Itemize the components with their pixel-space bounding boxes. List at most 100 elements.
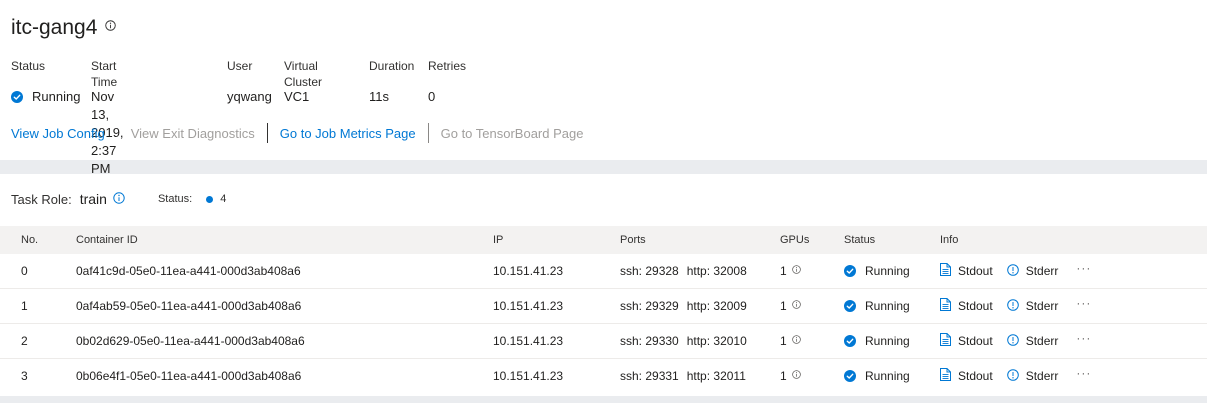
- task-status-label: Status:: [157, 193, 193, 205]
- view-job-config-link[interactable]: View Job Config: [11, 126, 105, 141]
- document-icon: [940, 368, 951, 381]
- ssh-port: ssh: 29331: [620, 369, 679, 383]
- stdout-label: Stdout: [958, 369, 993, 383]
- ssh-port: ssh: 29329: [620, 299, 679, 313]
- row-gpus: 1: [780, 254, 801, 288]
- column-header-container-id[interactable]: Container ID: [76, 226, 138, 254]
- stdout-label: Stdout: [958, 264, 993, 278]
- stdout-button[interactable]: Stdout: [940, 324, 993, 358]
- row-container-id: 0b06e4f1-05e0-11ea-a441-000d3ab408a6: [76, 369, 302, 383]
- column-header-ports[interactable]: Ports: [620, 226, 646, 254]
- stderr-button[interactable]: Stderr: [1006, 324, 1058, 358]
- row-no: 1: [21, 299, 28, 313]
- row-status: Running: [844, 324, 910, 358]
- document-icon: [940, 298, 951, 311]
- view-exit-diagnostics-link[interactable]: View Exit Diagnostics: [131, 126, 255, 141]
- job-title: itc-gang4: [11, 16, 98, 39]
- more-horizontal-icon[interactable]: ···: [1076, 251, 1091, 285]
- check-circle-icon: [844, 370, 856, 382]
- check-circle-icon: [844, 265, 856, 277]
- column-header-gpus[interactable]: GPUs: [780, 226, 809, 254]
- user-label: User: [227, 59, 253, 73]
- task-status-count: 4: [220, 193, 227, 205]
- row-status: Running: [844, 359, 910, 393]
- row-ports: ssh: 29329 http: 32009: [620, 289, 747, 323]
- row-container-id: 0af4ab59-05e0-11ea-a441-000d3ab408a6: [76, 299, 302, 313]
- gpu-count: 1: [780, 264, 787, 278]
- gpu-count: 1: [780, 369, 787, 383]
- stdout-button[interactable]: Stdout: [940, 359, 993, 393]
- row-container-id: 0b02d629-05e0-11ea-a441-000d3ab408a6: [76, 334, 305, 348]
- table-row[interactable]: 3 0b06e4f1-05e0-11ea-a441-000d3ab408a6 1…: [0, 359, 1207, 393]
- start-time-label: Start Time: [91, 59, 118, 89]
- gpu-count: 1: [780, 299, 787, 313]
- more-horizontal-icon[interactable]: ···: [1076, 286, 1091, 320]
- alert-circle-icon: [1006, 298, 1019, 311]
- virtual-cluster-label: Virtual Cluster: [284, 59, 323, 89]
- column-header-info[interactable]: Info: [940, 226, 958, 254]
- stderr-label: Stderr: [1025, 369, 1059, 383]
- row-no: 3: [21, 369, 28, 383]
- job-detail-page: itc-gang4 Status Start Time User Virtual…: [0, 0, 1207, 403]
- running-dot-icon: [206, 195, 214, 203]
- row-gpus: 1: [780, 324, 801, 358]
- retries-label: Retries: [428, 59, 467, 73]
- ssh-port: ssh: 29330: [620, 334, 679, 348]
- http-port: http: 32009: [686, 299, 747, 313]
- check-circle-icon: [11, 91, 23, 103]
- info-icon[interactable]: [105, 19, 117, 31]
- check-circle-icon: [844, 300, 856, 312]
- duration-label: Duration: [369, 59, 415, 73]
- check-circle-icon: [844, 335, 856, 347]
- column-header-status[interactable]: Status: [844, 226, 875, 254]
- info-icon[interactable]: [791, 300, 801, 309]
- row-ports: ssh: 29328 http: 32008: [620, 254, 747, 288]
- gpu-count: 1: [780, 334, 787, 348]
- row-status-text: Running: [865, 369, 910, 383]
- alert-circle-icon: [1006, 368, 1019, 381]
- ssh-port: ssh: 29328: [620, 264, 679, 278]
- row-info: Stdout Stderr ···: [940, 289, 1091, 323]
- http-port: http: 32011: [686, 369, 746, 383]
- tensorboard-link[interactable]: Go to TensorBoard Page: [441, 126, 584, 141]
- row-no: 0: [21, 264, 28, 278]
- table-row[interactable]: 0 0af41c9d-05e0-11ea-a441-000d3ab408a6 1…: [0, 254, 1207, 289]
- row-info: Stdout Stderr ···: [940, 359, 1091, 393]
- stdout-button[interactable]: Stdout: [940, 289, 993, 323]
- row-gpus: 1: [780, 359, 801, 393]
- job-action-links: View Job Config View Exit Diagnostics Go…: [11, 123, 583, 143]
- row-info: Stdout Stderr ···: [940, 254, 1091, 288]
- stderr-label: Stderr: [1025, 299, 1059, 313]
- more-horizontal-icon[interactable]: ···: [1076, 321, 1091, 355]
- row-info: Stdout Stderr ···: [940, 324, 1091, 358]
- job-metrics-link[interactable]: Go to Job Metrics Page: [280, 126, 416, 141]
- column-header-ip[interactable]: IP: [493, 226, 503, 254]
- stdout-button[interactable]: Stdout: [940, 254, 993, 288]
- job-title-row: itc-gang4: [11, 14, 117, 42]
- info-icon[interactable]: [791, 370, 801, 379]
- column-header-no[interactable]: No.: [21, 226, 38, 254]
- row-no: 2: [21, 334, 28, 348]
- more-horizontal-icon[interactable]: ···: [1076, 356, 1091, 390]
- http-port: http: 32008: [686, 264, 747, 278]
- task-table: No. Container ID IP Ports GPUs Status In…: [0, 226, 1207, 393]
- alert-circle-icon: [1006, 333, 1019, 346]
- alert-circle-icon: [1006, 263, 1019, 276]
- table-row[interactable]: 2 0b02d629-05e0-11ea-a441-000d3ab408a6 1…: [0, 324, 1207, 359]
- row-ip: 10.151.41.23: [493, 334, 564, 348]
- row-status-text: Running: [865, 264, 910, 278]
- row-status: Running: [844, 254, 910, 288]
- stderr-button[interactable]: Stderr: [1006, 359, 1059, 393]
- info-icon[interactable]: [113, 191, 125, 204]
- stdout-label: Stdout: [958, 334, 993, 348]
- table-header: No. Container ID IP Ports GPUs Status In…: [0, 226, 1207, 254]
- info-icon[interactable]: [791, 265, 801, 274]
- stderr-button[interactable]: Stderr: [1006, 254, 1058, 288]
- stderr-button[interactable]: Stderr: [1006, 289, 1059, 323]
- user-value: yqwang: [227, 89, 272, 104]
- task-role-header: Task Role: train Status: 4: [11, 191, 226, 207]
- info-icon[interactable]: [791, 335, 801, 344]
- table-row[interactable]: 1 0af4ab59-05e0-11ea-a441-000d3ab408a6 1…: [0, 289, 1207, 324]
- retries-value: 0: [428, 89, 436, 104]
- virtual-cluster-value: VC1: [284, 89, 310, 104]
